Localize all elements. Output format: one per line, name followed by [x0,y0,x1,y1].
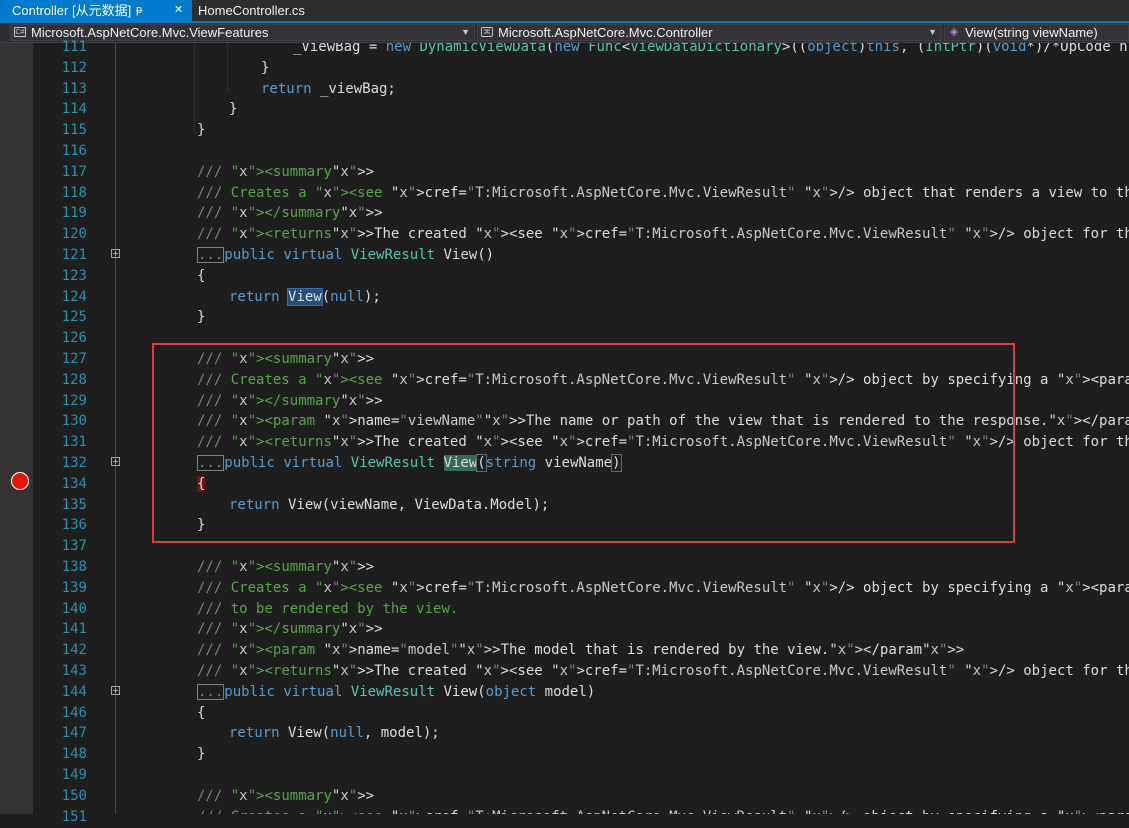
expand-icon[interactable] [111,249,120,258]
code-line[interactable]: return View(null); [229,287,381,308]
line-number: 137 [61,538,87,554]
code-line[interactable]: /// "x"></summary"x">> [197,619,383,640]
code-line[interactable]: ...public virtual ViewResult View(object… [197,682,595,703]
line-number: 151 [61,809,87,825]
outlining-margin [93,43,133,814]
line-number: 142 [61,642,87,658]
code-line[interactable]: ...public virtual ViewResult View() [197,245,494,266]
code-line[interactable]: return _viewBag; [261,79,396,100]
chevron-down-icon: ▼ [461,27,470,37]
code-line[interactable]: /// to be rendered by the view. [197,599,458,620]
line-number: 114 [61,101,87,117]
navigation-bar: C# Microsoft.AspNetCore.Mvc.ViewFeatures… [0,23,1129,43]
pin-icon[interactable]: ᵽ [136,0,142,21]
tab-label: Controller [从元数据] [12,3,132,18]
csharp-project-icon: C# [14,27,26,37]
line-number: 130 [61,413,87,429]
line-number: 146 [61,705,87,721]
code-line[interactable]: /// Creates a "x"><see "x">cref="T:Micro… [197,807,1129,814]
code-line[interactable]: /// "x"><summary"x">> [197,786,374,807]
tab-label: HomeController.cs [198,3,305,18]
line-number: 113 [61,81,87,97]
line-number: 121 [61,247,87,263]
code-line[interactable]: /// "x"><returns"x">>The created "x"><se… [197,661,1129,682]
code-line[interactable]: } [261,58,269,79]
tab-homecontroller[interactable]: HomeController.cs [192,0,305,21]
line-number: 119 [61,205,87,221]
annotation-highlight-box [152,343,1015,543]
line-number: 112 [61,60,87,76]
class-icon: ⌘ [481,27,493,37]
line-number: 128 [61,372,87,388]
code-line[interactable]: /// "x"></summary"x">> [197,203,383,224]
line-number: 118 [61,185,87,201]
line-number: 150 [61,788,87,804]
line-number: 138 [61,559,87,575]
line-number: 111 [61,39,87,55]
line-number: 139 [61,580,87,596]
line-number: 125 [61,309,87,325]
code-line[interactable]: { [197,266,205,287]
line-number: 149 [61,767,87,783]
type-dropdown[interactable]: ⌘ Microsoft.AspNetCore.Mvc.Controller ▼ [477,24,942,41]
line-number: 132 [61,455,87,471]
line-number: 143 [61,663,87,679]
code-line[interactable]: } [197,307,205,328]
code-line[interactable]: return View(null, model); [229,723,440,744]
code-line[interactable]: } [197,744,205,765]
expand-icon[interactable] [111,686,120,695]
line-number: 123 [61,268,87,284]
line-number: 134 [61,476,87,492]
line-number: 135 [61,497,87,513]
line-numbers: 111 112 113 114 115 116 117 118 119 120 121 123 124 1… [33,39,93,825]
line-number: 126 [61,330,87,346]
line-number: 147 [61,725,87,741]
close-icon[interactable]: ✕ [174,0,183,21]
line-number: 141 [61,621,87,637]
tab-controller-metadata[interactable]: Controller [从元数据] ᵽ ✕ [0,0,192,21]
line-number: 127 [61,351,87,367]
line-number: 115 [61,122,87,138]
line-number: 129 [61,393,87,409]
member-label: View(string viewName) [965,25,1098,40]
code-line[interactable]: /// "x"><returns"x">>The created "x"><se… [197,224,1129,245]
line-number: 116 [61,143,87,159]
method-icon: ◈ [949,26,959,38]
code-line[interactable]: /// Creates a "x"><see "x">cref="T:Micro… [197,183,1129,204]
code-line[interactable]: /// "x"><summary"x">> [197,162,374,183]
breakpoint-gutter[interactable] [0,43,33,814]
code-line[interactable]: /// Creates a "x"><see "x">cref="T:Micro… [197,578,1129,599]
code-line[interactable]: /// "x"><param "x">name="model""x">>The … [197,640,964,661]
code-line[interactable]: _ViewBag = new DynamicViewData(new Func<… [293,43,1128,58]
line-number: 136 [61,517,87,533]
member-dropdown[interactable]: ◈ View(string viewName) [944,24,1129,41]
code-line[interactable]: } [229,99,237,120]
code-line[interactable]: /// "x"><summary"x">> [197,557,374,578]
code-line[interactable]: } [197,120,205,141]
line-number: 144 [61,684,87,700]
type-label: Microsoft.AspNetCore.Mvc.Controller [498,25,713,40]
chevron-down-icon: ▼ [928,27,937,37]
line-number: 140 [61,601,87,617]
line-number: 120 [61,226,87,242]
expand-icon[interactable] [111,457,120,466]
document-tab-bar: Controller [从元数据] ᵽ ✕ HomeController.cs [0,0,1129,23]
line-number: 117 [61,164,87,180]
breakpoint-icon[interactable] [11,472,29,490]
line-number: 131 [61,434,87,450]
line-number: 124 [61,289,87,305]
code-line[interactable]: { [197,703,205,724]
line-number: 148 [61,746,87,762]
